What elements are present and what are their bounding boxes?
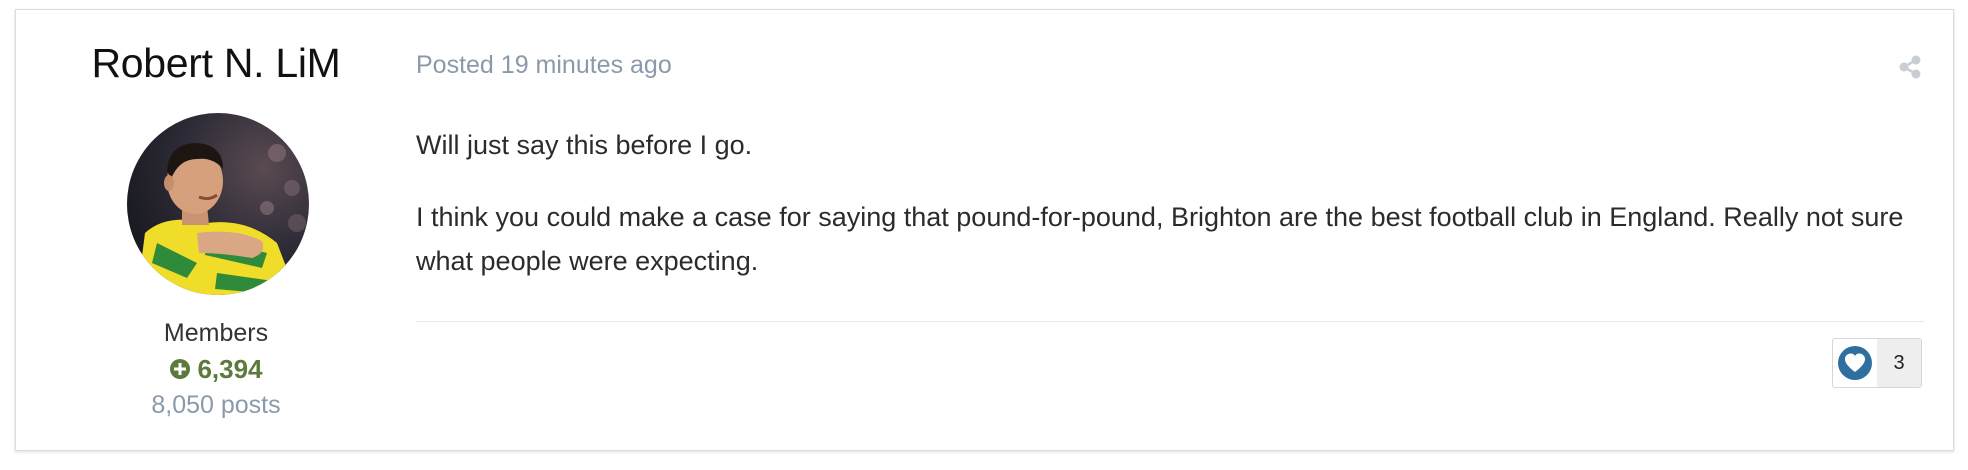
divider bbox=[416, 321, 1924, 322]
reputation-value: 6,394 bbox=[197, 354, 263, 384]
posted-time[interactable]: 19 minutes ago bbox=[501, 51, 672, 79]
post-meta: Posted 19 minutes ago bbox=[416, 51, 672, 80]
author-name[interactable]: Robert N. LiM bbox=[16, 40, 416, 87]
share-icon[interactable] bbox=[1897, 54, 1923, 80]
reputation-badge[interactable]: 6,394 bbox=[16, 354, 416, 385]
post-paragraph: I think you could make a case for saying… bbox=[416, 202, 1904, 276]
plus-circle-icon bbox=[169, 356, 191, 379]
reaction-count: 3 bbox=[1877, 339, 1921, 387]
avatar[interactable] bbox=[127, 113, 309, 295]
heart-icon bbox=[1833, 339, 1877, 387]
post-body: Will just say this before I go. I think … bbox=[416, 123, 1916, 311]
user-group-label: Members bbox=[163, 319, 269, 347]
post-count: 8,050 posts bbox=[151, 391, 281, 419]
reaction-button[interactable]: 3 bbox=[1832, 338, 1922, 388]
post-paragraph: Will just say this before I go. bbox=[416, 130, 753, 160]
avatar-image bbox=[127, 113, 309, 295]
posted-label: Posted bbox=[416, 51, 494, 79]
forum-post: Robert N. LiM Members 6,394 8,050 posts … bbox=[15, 9, 1954, 451]
author-panel: Robert N. LiM Members 6,394 8,050 posts bbox=[16, 10, 416, 450]
